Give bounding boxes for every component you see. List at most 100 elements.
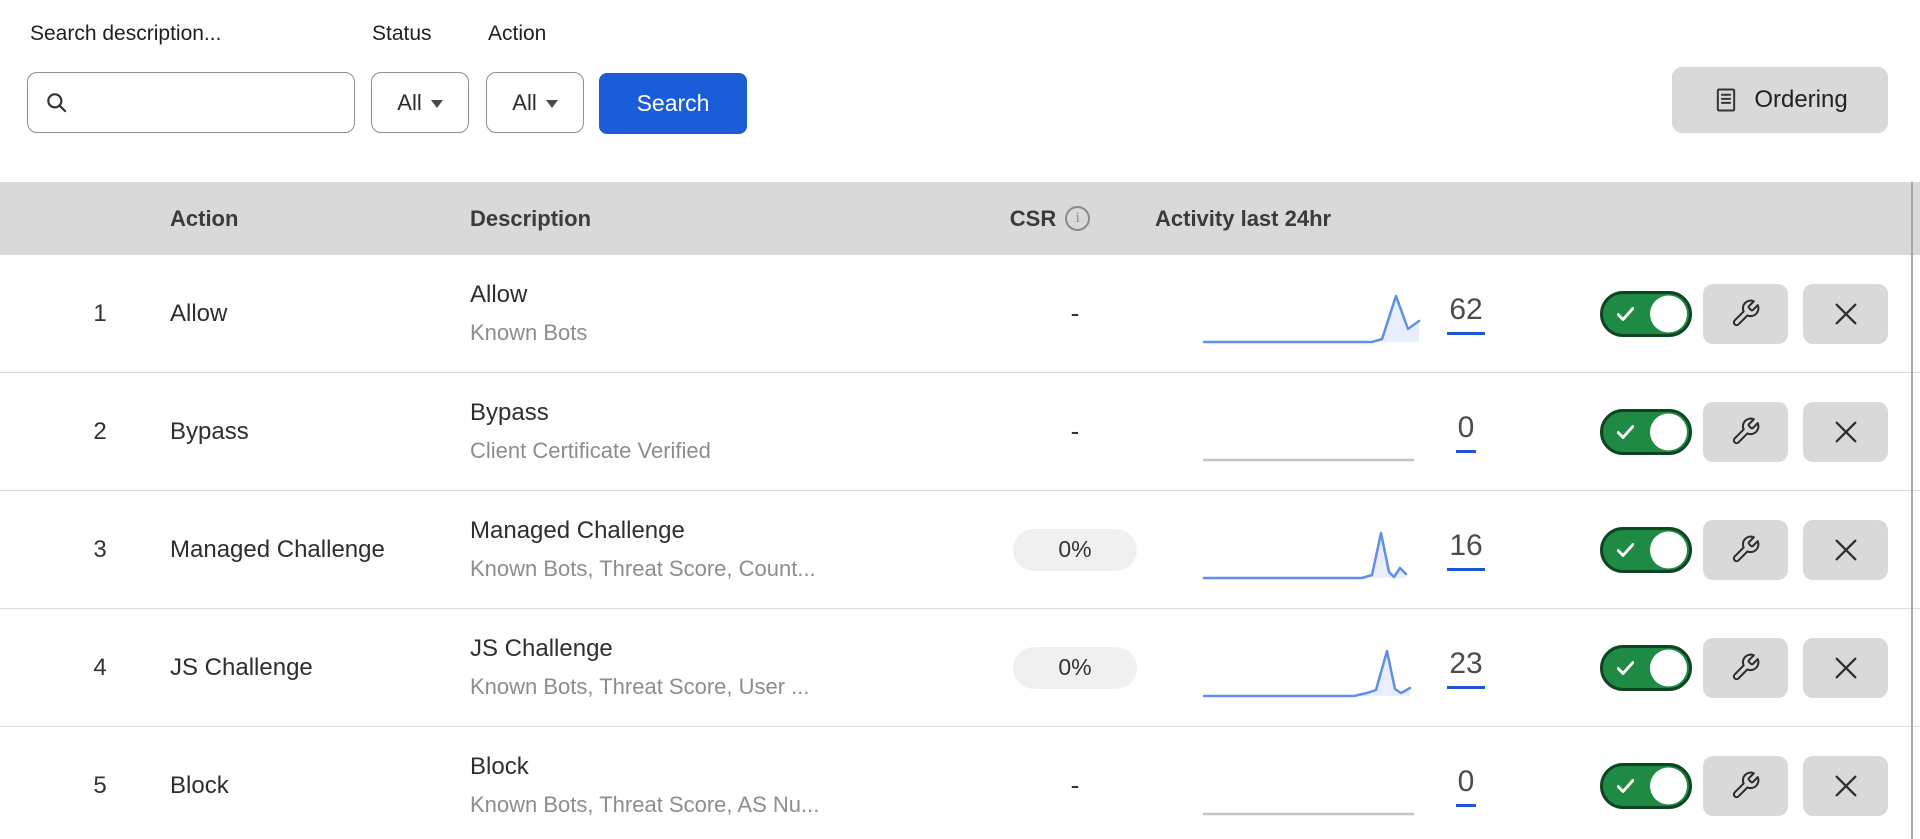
rule-description: Bypass Client Certificate Verified [470,373,990,490]
rule-priority: 3 [30,491,170,608]
table-row: 4 JS Challenge JS Challenge Known Bots, … [0,609,1920,727]
delete-rule-button[interactable] [1803,638,1888,698]
rule-priority: 2 [30,373,170,490]
rule-enabled-toggle[interactable] [1600,763,1692,809]
ordering-button[interactable]: Ordering [1672,67,1888,133]
rule-priority: 1 [30,255,170,372]
activity-count-link[interactable]: 16 [1447,529,1484,571]
rule-description-criteria: Known Bots, Threat Score, AS Nu... [470,793,990,817]
info-icon[interactable]: i [1065,206,1090,231]
search-input[interactable] [80,83,368,123]
rule-description-title: Managed Challenge [470,518,990,544]
activity-count-cell: 0 [1433,373,1499,490]
activity-count-cell: 62 [1433,255,1499,372]
rule-description: JS Challenge Known Bots, Threat Score, U… [470,609,990,726]
activity-count-link[interactable]: 0 [1456,765,1477,807]
toggle-cell [1600,291,1692,337]
toggle-knob [1650,413,1687,450]
csr-cell: - [1005,727,1145,839]
wrench-icon [1730,298,1761,329]
ordering-button-label: Ordering [1754,86,1847,114]
toggle-knob [1650,767,1687,804]
rule-action: Managed Challenge [170,491,460,608]
status-label: Status [372,22,432,46]
toggle-cell [1600,763,1692,809]
rule-action: Bypass [170,373,460,490]
rule-description-title: Block [470,754,990,780]
edit-rule-button[interactable] [1703,284,1788,344]
action-dropdown[interactable]: All [486,72,584,133]
action-dropdown-value: All [512,90,536,116]
firewall-rules-page: Search description... Status Action All … [0,0,1920,839]
status-dropdown[interactable]: All [371,72,469,133]
rule-description-criteria: Known Bots, Threat Score, Count... [470,557,990,581]
wrench-icon [1730,652,1761,683]
activity-sparkline [1204,762,1419,818]
search-button[interactable]: Search [599,73,747,134]
activity-count-cell: 23 [1433,609,1499,726]
rule-enabled-toggle[interactable] [1600,645,1692,691]
activity-count-link[interactable]: 62 [1447,293,1484,335]
column-header-csr: CSR i [975,182,1125,255]
edit-rule-button[interactable] [1703,756,1788,816]
rule-action: JS Challenge [170,609,460,726]
rule-description-title: Bypass [470,400,990,426]
activity-sparkline [1204,644,1419,700]
table-row: 2 Bypass Bypass Client Certificate Verif… [0,373,1920,491]
chevron-down-icon [431,100,443,108]
rule-description-criteria: Known Bots [470,321,990,345]
rule-enabled-toggle[interactable] [1600,527,1692,573]
csr-cell: - [1005,255,1145,372]
right-edge-divider [1911,182,1913,839]
activity-count-link[interactable]: 0 [1456,411,1477,453]
wrench-icon [1730,770,1761,801]
activity-count-cell: 16 [1433,491,1499,608]
rule-enabled-toggle[interactable] [1600,291,1692,337]
activity-sparkline [1204,408,1419,464]
rule-action: Block [170,727,460,839]
check-icon [1617,307,1634,321]
toggle-knob [1650,649,1687,686]
check-icon [1617,661,1634,675]
column-header-description: Description [470,182,591,255]
column-header-activity: Activity last 24hr [1155,182,1331,255]
delete-rule-button[interactable] [1803,756,1888,816]
delete-rule-button[interactable] [1803,520,1888,580]
activity-count-cell: 0 [1433,727,1499,839]
close-icon [1830,534,1862,566]
close-icon [1830,416,1862,448]
rule-description-criteria: Known Bots, Threat Score, User ... [470,675,990,699]
chevron-down-icon [546,100,558,108]
csr-header-label: CSR [1010,206,1056,232]
search-box [27,72,355,133]
rule-description: Block Known Bots, Threat Score, AS Nu... [470,727,990,839]
toggle-cell [1600,527,1692,573]
csr-value: - [1071,298,1080,329]
wrench-icon [1730,416,1761,447]
rule-enabled-toggle[interactable] [1600,409,1692,455]
edit-rule-button[interactable] [1703,638,1788,698]
close-icon [1830,298,1862,330]
close-icon [1830,770,1862,802]
rule-description: Allow Known Bots [470,255,990,372]
action-label: Action [488,22,546,46]
csr-cell: 0% [1005,491,1145,608]
activity-count-link[interactable]: 23 [1447,647,1484,689]
ordering-list-icon [1712,86,1740,114]
edit-rule-button[interactable] [1703,520,1788,580]
table-header: Action Description CSR i Activity last 2… [0,182,1920,255]
delete-rule-button[interactable] [1803,284,1888,344]
search-icon [44,90,70,116]
rule-priority: 4 [30,609,170,726]
edit-rule-button[interactable] [1703,402,1788,462]
toggle-knob [1650,531,1687,568]
table-body: 1 Allow Allow Known Bots - 62 [0,255,1920,839]
filter-bar: Search description... Status Action All … [0,0,1920,182]
table-row: 5 Block Block Known Bots, Threat Score, … [0,727,1920,839]
delete-rule-button[interactable] [1803,402,1888,462]
rule-description-title: Allow [470,282,990,308]
toggle-cell [1600,645,1692,691]
rule-description-title: JS Challenge [470,636,990,662]
toggle-cell [1600,409,1692,455]
table-row: 3 Managed Challenge Managed Challenge Kn… [0,491,1920,609]
